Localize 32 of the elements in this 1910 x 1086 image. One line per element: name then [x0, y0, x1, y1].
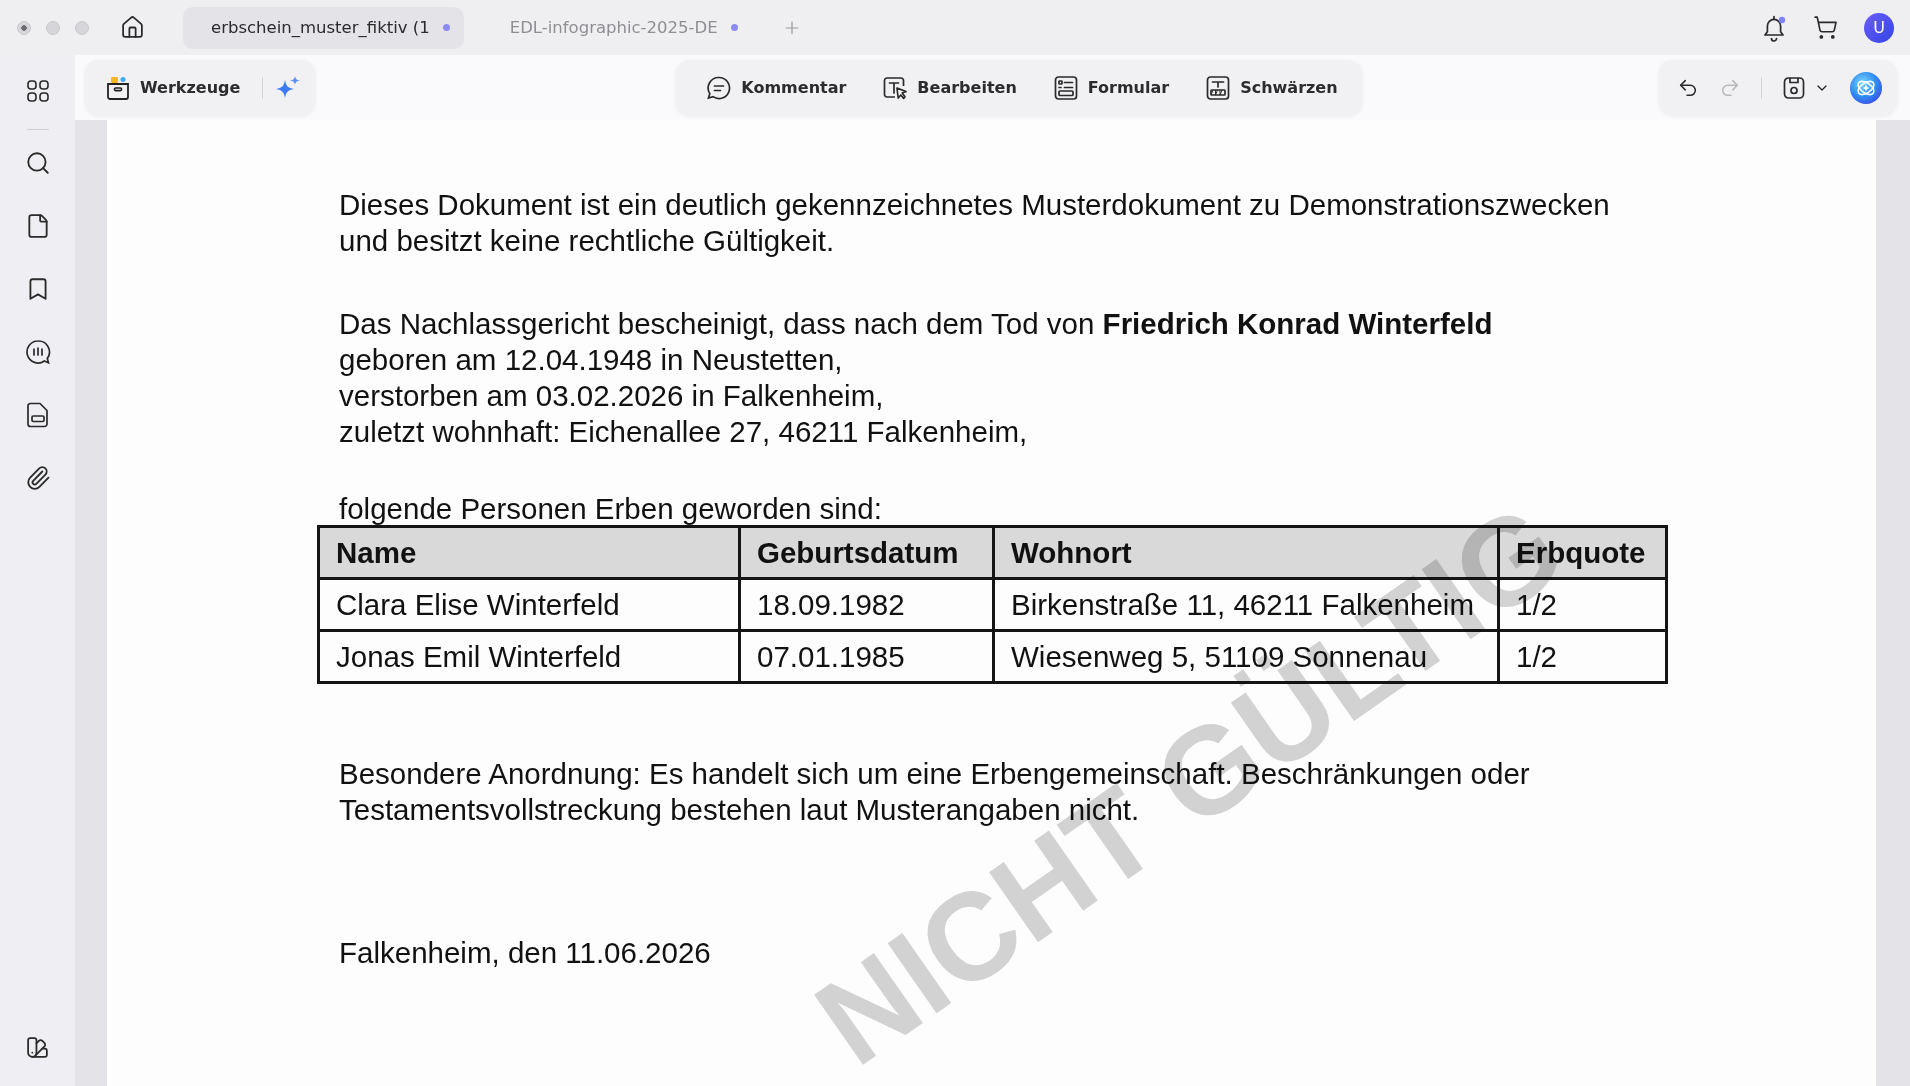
text-cursor-icon [882, 74, 909, 101]
swatch-book-icon[interactable] [25, 1035, 50, 1060]
apps-grid-icon[interactable] [26, 80, 49, 102]
save-icon[interactable] [1782, 75, 1806, 100]
table-cell: Clara Elise Winterfeld [318, 578, 740, 631]
avatar[interactable]: U [1864, 12, 1894, 43]
table-cell: Jonas Emil Winterfeld [318, 630, 740, 683]
home-icon[interactable] [120, 15, 145, 40]
column-header: Name [318, 526, 740, 579]
mode-tab[interactable]: Kommentar [696, 68, 857, 107]
heirs-intro-text: folgende Personen Erben geworden sind: [339, 491, 883, 527]
comment-icon [706, 74, 733, 101]
ai-assistant-icon[interactable] [1850, 71, 1882, 104]
toolbox-icon [105, 74, 131, 101]
column-header: Geburtsdatum [739, 526, 994, 579]
certification-paragraph: Das Nachlassgericht bescheinigt, dass nach dem Tod von Friedrich Konrad Winterfeld geboren am 12.04.1948 in Neustetten, verstorben am 03.02.2026 in Falkenheim, zuletzt wohnhaft: Eichenallee 27, 46211 Falkenheim, [339, 306, 1494, 450]
document-tab[interactable]: erbschein_muster_fiktiv (1 [183, 6, 464, 49]
chat-bubble-icon[interactable] [24, 339, 51, 365]
table-cell: 18.09.1982 [739, 578, 994, 631]
table-cell: 07.01.1985 [739, 630, 994, 683]
file-form-icon[interactable] [25, 402, 50, 428]
search-icon[interactable] [24, 150, 51, 176]
form-icon [1052, 74, 1079, 101]
paperclip-icon[interactable] [24, 465, 51, 491]
notice-paragraph: Dieses Dokument ist ein deutlich gekennzeichnetes Musterdokument zu Demonstrationszwecken und besitzt keine rechtliche Gültigkeit. [339, 187, 1611, 259]
mode-tab[interactable]: Formular [1042, 68, 1180, 107]
mode-tab[interactable]: Bearbeiten [872, 68, 1027, 107]
cart-icon[interactable] [1813, 15, 1838, 40]
bell-icon[interactable] [1761, 13, 1787, 42]
redact-icon [1205, 74, 1232, 101]
close-icon[interactable] [17, 20, 31, 35]
mode-tab[interactable]: Schwärzen [1195, 68, 1348, 107]
